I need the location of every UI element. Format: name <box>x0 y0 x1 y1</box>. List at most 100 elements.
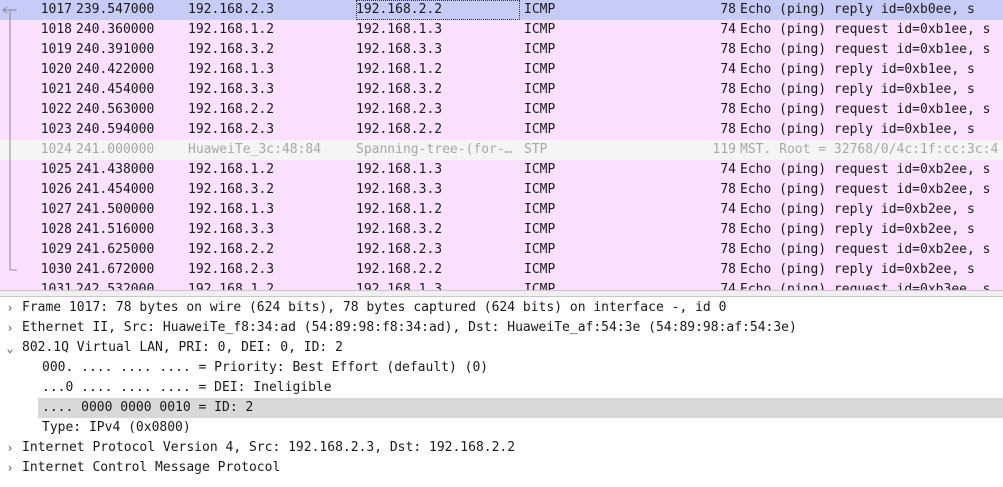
packet-dst-cell: 192.168.3.2 <box>356 82 443 97</box>
packet-src-cell: 192.168.1.2 <box>188 22 275 37</box>
packet-src-cell: HuaweiTe_3c:48:84 <box>188 142 322 157</box>
packet-info-cell: Echo (ping) reply id=0xb2ee, s <box>740 222 975 237</box>
packet-row[interactable]: 1025 241.438000 192.168.1.2 192.168.1.3 ICMP… <box>0 160 1003 180</box>
packet-len-cell: 78 <box>720 242 736 257</box>
packet-info-cell: Echo (ping) request id=0xb3ee, s <box>740 282 991 290</box>
packet-row[interactable]: 1021 240.454000 192.168.3.3 192.168.3.2 ICMP… <box>0 80 1003 100</box>
packet-time-cell: 241.672000 <box>76 262 155 277</box>
packet-src-cell: 192.168.2.3 <box>188 262 275 277</box>
packet-info-cell: Echo (ping) reply id=0xb0ee, s <box>740 2 975 17</box>
detail-vlan-priority[interactable]: 000. .... .... .... = Priority: Best Eff… <box>0 358 1003 378</box>
packet-no-cell: 1022 <box>40 102 72 117</box>
packet-dst-cell: 192.168.1.3 <box>356 22 443 37</box>
packet-info-cell: Echo (ping) request id=0xb1ee, s <box>740 102 991 117</box>
packet-no-cell: 1029 <box>40 242 72 257</box>
packet-proto-cell: ICMP <box>524 42 556 57</box>
packet-src-cell: 192.168.2.3 <box>188 2 275 17</box>
packet-proto-cell: ICMP <box>524 102 556 117</box>
packet-row[interactable]: 1028 241.516000 192.168.3.3 192.168.3.2 ICMP… <box>0 220 1003 240</box>
detail-text: 000. .... .... .... = Priority: Best Eff… <box>42 360 489 375</box>
packet-row[interactable]: 1031 242.532000 192.168.1.2 192.168.1.3 ICMP… <box>0 280 1003 290</box>
packet-details-tree[interactable]: › Frame 1017: 78 bytes on wire (624 bits)… <box>0 297 1003 487</box>
packet-src-cell: 192.168.1.2 <box>188 282 275 290</box>
pane-splitter[interactable] <box>0 290 1003 297</box>
packet-proto-cell: ICMP <box>524 182 556 197</box>
packet-row[interactable]: 1022 240.563000 192.168.2.2 192.168.2.3 ICMP… <box>0 100 1003 120</box>
packet-no-cell: 1031 <box>40 282 72 290</box>
packet-src-cell: 192.168.3.3 <box>188 82 275 97</box>
packet-info-cell: Echo (ping) request id=0xb2ee, s <box>740 162 991 177</box>
packet-dst-cell: 192.168.2.2 <box>356 0 520 20</box>
packet-src-cell: 192.168.3.3 <box>188 222 275 237</box>
packet-no-cell: 1018 <box>40 22 72 37</box>
packet-no-cell: 1030 <box>40 262 72 277</box>
packet-row[interactable]: 1020 240.422000 192.168.1.3 192.168.1.2 ICMP… <box>0 60 1003 80</box>
packet-time-cell: 239.547000 <box>76 2 155 17</box>
packet-len-cell: 78 <box>720 2 736 17</box>
packet-time-cell: 240.594000 <box>76 122 155 137</box>
packet-no-cell: 1025 <box>40 162 72 177</box>
packet-no-cell: 1021 <box>40 82 72 97</box>
detail-icmp[interactable]: › Internet Control Message Protocol <box>0 458 1003 478</box>
packet-dst-cell: 192.168.1.3 <box>356 282 443 290</box>
packet-time-cell: 240.391000 <box>76 42 155 57</box>
packet-src-cell: 192.168.2.3 <box>188 122 275 137</box>
packet-time-cell: 241.516000 <box>76 222 155 237</box>
packet-no-cell: 1024 <box>40 142 72 157</box>
packet-proto-cell: ICMP <box>524 82 556 97</box>
chevron-right-icon[interactable]: › <box>4 318 16 338</box>
packet-len-cell: 74 <box>720 62 736 77</box>
packet-len-cell: 78 <box>720 222 736 237</box>
packet-no-cell: 1020 <box>40 62 72 77</box>
packet-proto-cell: ICMP <box>524 2 556 17</box>
packet-info-cell: Echo (ping) request id=0xb2ee, s <box>740 182 991 197</box>
packet-dst-cell: Spanning-tree-(for-… <box>356 142 513 157</box>
packet-row[interactable]: 1024 241.000000 HuaweiTe_3c:48:84 Spanning-… <box>0 140 1003 160</box>
packet-row[interactable]: 1029 241.625000 192.168.2.2 192.168.2.3 ICMP… <box>0 240 1003 260</box>
packet-info-cell: Echo (ping) reply id=0xb2ee, s <box>740 202 975 217</box>
chevron-right-icon[interactable]: › <box>4 458 16 478</box>
packet-time-cell: 241.500000 <box>76 202 155 217</box>
packet-dst-cell: 192.168.2.3 <box>356 102 443 117</box>
detail-ipv4[interactable]: › Internet Protocol Version 4, Src: 192.1… <box>0 438 1003 458</box>
detail-vlan-dei[interactable]: ...0 .... .... .... = DEI: Ineligible <box>0 378 1003 398</box>
packet-row[interactable]: 1017 239.547000 192.168.2.3 192.168.2.2 ICMP… <box>0 0 1003 20</box>
packet-list[interactable]: 1017 239.547000 192.168.2.3 192.168.2.2 ICMP… <box>0 0 1003 290</box>
packet-no-cell: 1017 <box>40 2 72 17</box>
packet-proto-cell: STP <box>524 142 548 157</box>
packet-row[interactable]: 1026 241.454000 192.168.3.2 192.168.3.3 ICMP… <box>0 180 1003 200</box>
packet-src-cell: 192.168.3.2 <box>188 42 275 57</box>
chevron-right-icon[interactable]: › <box>4 298 16 318</box>
packet-no-cell: 1028 <box>40 222 72 237</box>
packet-row[interactable]: 1018 240.360000 192.168.1.2 192.168.1.3 ICMP… <box>0 20 1003 40</box>
packet-dst-cell: 192.168.1.2 <box>356 62 443 77</box>
packet-row[interactable]: 1027 241.500000 192.168.1.3 192.168.1.2 ICMP… <box>0 200 1003 220</box>
packet-proto-cell: ICMP <box>524 282 556 290</box>
packet-len-cell: 74 <box>720 202 736 217</box>
packet-row[interactable]: 1019 240.391000 192.168.3.2 192.168.3.3 ICMP… <box>0 40 1003 60</box>
detail-vlan-id[interactable]: .... 0000 0000 0010 = ID: 2 <box>38 398 1003 418</box>
packet-proto-cell: ICMP <box>524 242 556 257</box>
detail-text: Internet Protocol Version 4, Src: 192.16… <box>22 440 516 455</box>
packet-info-cell: Echo (ping) reply id=0xb1ee, s <box>740 82 975 97</box>
packet-info-cell: MST. Root = 32768/0/4c:1f:cc:3c:4 <box>740 142 999 157</box>
packet-len-cell: 78 <box>720 122 736 137</box>
packet-src-cell: 192.168.1.2 <box>188 162 275 177</box>
packet-no-cell: 1026 <box>40 182 72 197</box>
packet-proto-cell: ICMP <box>524 62 556 77</box>
packet-dst-cell: 192.168.2.2 <box>356 262 443 277</box>
packet-time-cell: 240.563000 <box>76 102 155 117</box>
detail-vlan-type[interactable]: Type: IPv4 (0x0800) <box>0 418 1003 438</box>
packet-src-cell: 192.168.1.3 <box>188 202 275 217</box>
detail-vlan[interactable]: ⌄ 802.1Q Virtual LAN, PRI: 0, DEI: 0, ID:… <box>0 338 1003 358</box>
detail-frame[interactable]: › Frame 1017: 78 bytes on wire (624 bits)… <box>0 298 1003 318</box>
chevron-right-icon[interactable]: › <box>4 438 16 458</box>
packet-time-cell: 241.000000 <box>76 142 155 157</box>
chevron-down-icon[interactable]: ⌄ <box>4 338 16 358</box>
packet-no-cell: 1023 <box>40 122 72 137</box>
packet-len-cell: 74 <box>720 22 736 37</box>
detail-ethernet[interactable]: › Ethernet II, Src: HuaweiTe_f8:34:ad (54… <box>0 318 1003 338</box>
packet-row[interactable]: 1023 240.594000 192.168.2.3 192.168.2.2 ICMP… <box>0 120 1003 140</box>
detail-text: Internet Control Message Protocol <box>22 460 281 475</box>
packet-row[interactable]: 1030 241.672000 192.168.2.3 192.168.2.2 ICMP… <box>0 260 1003 280</box>
